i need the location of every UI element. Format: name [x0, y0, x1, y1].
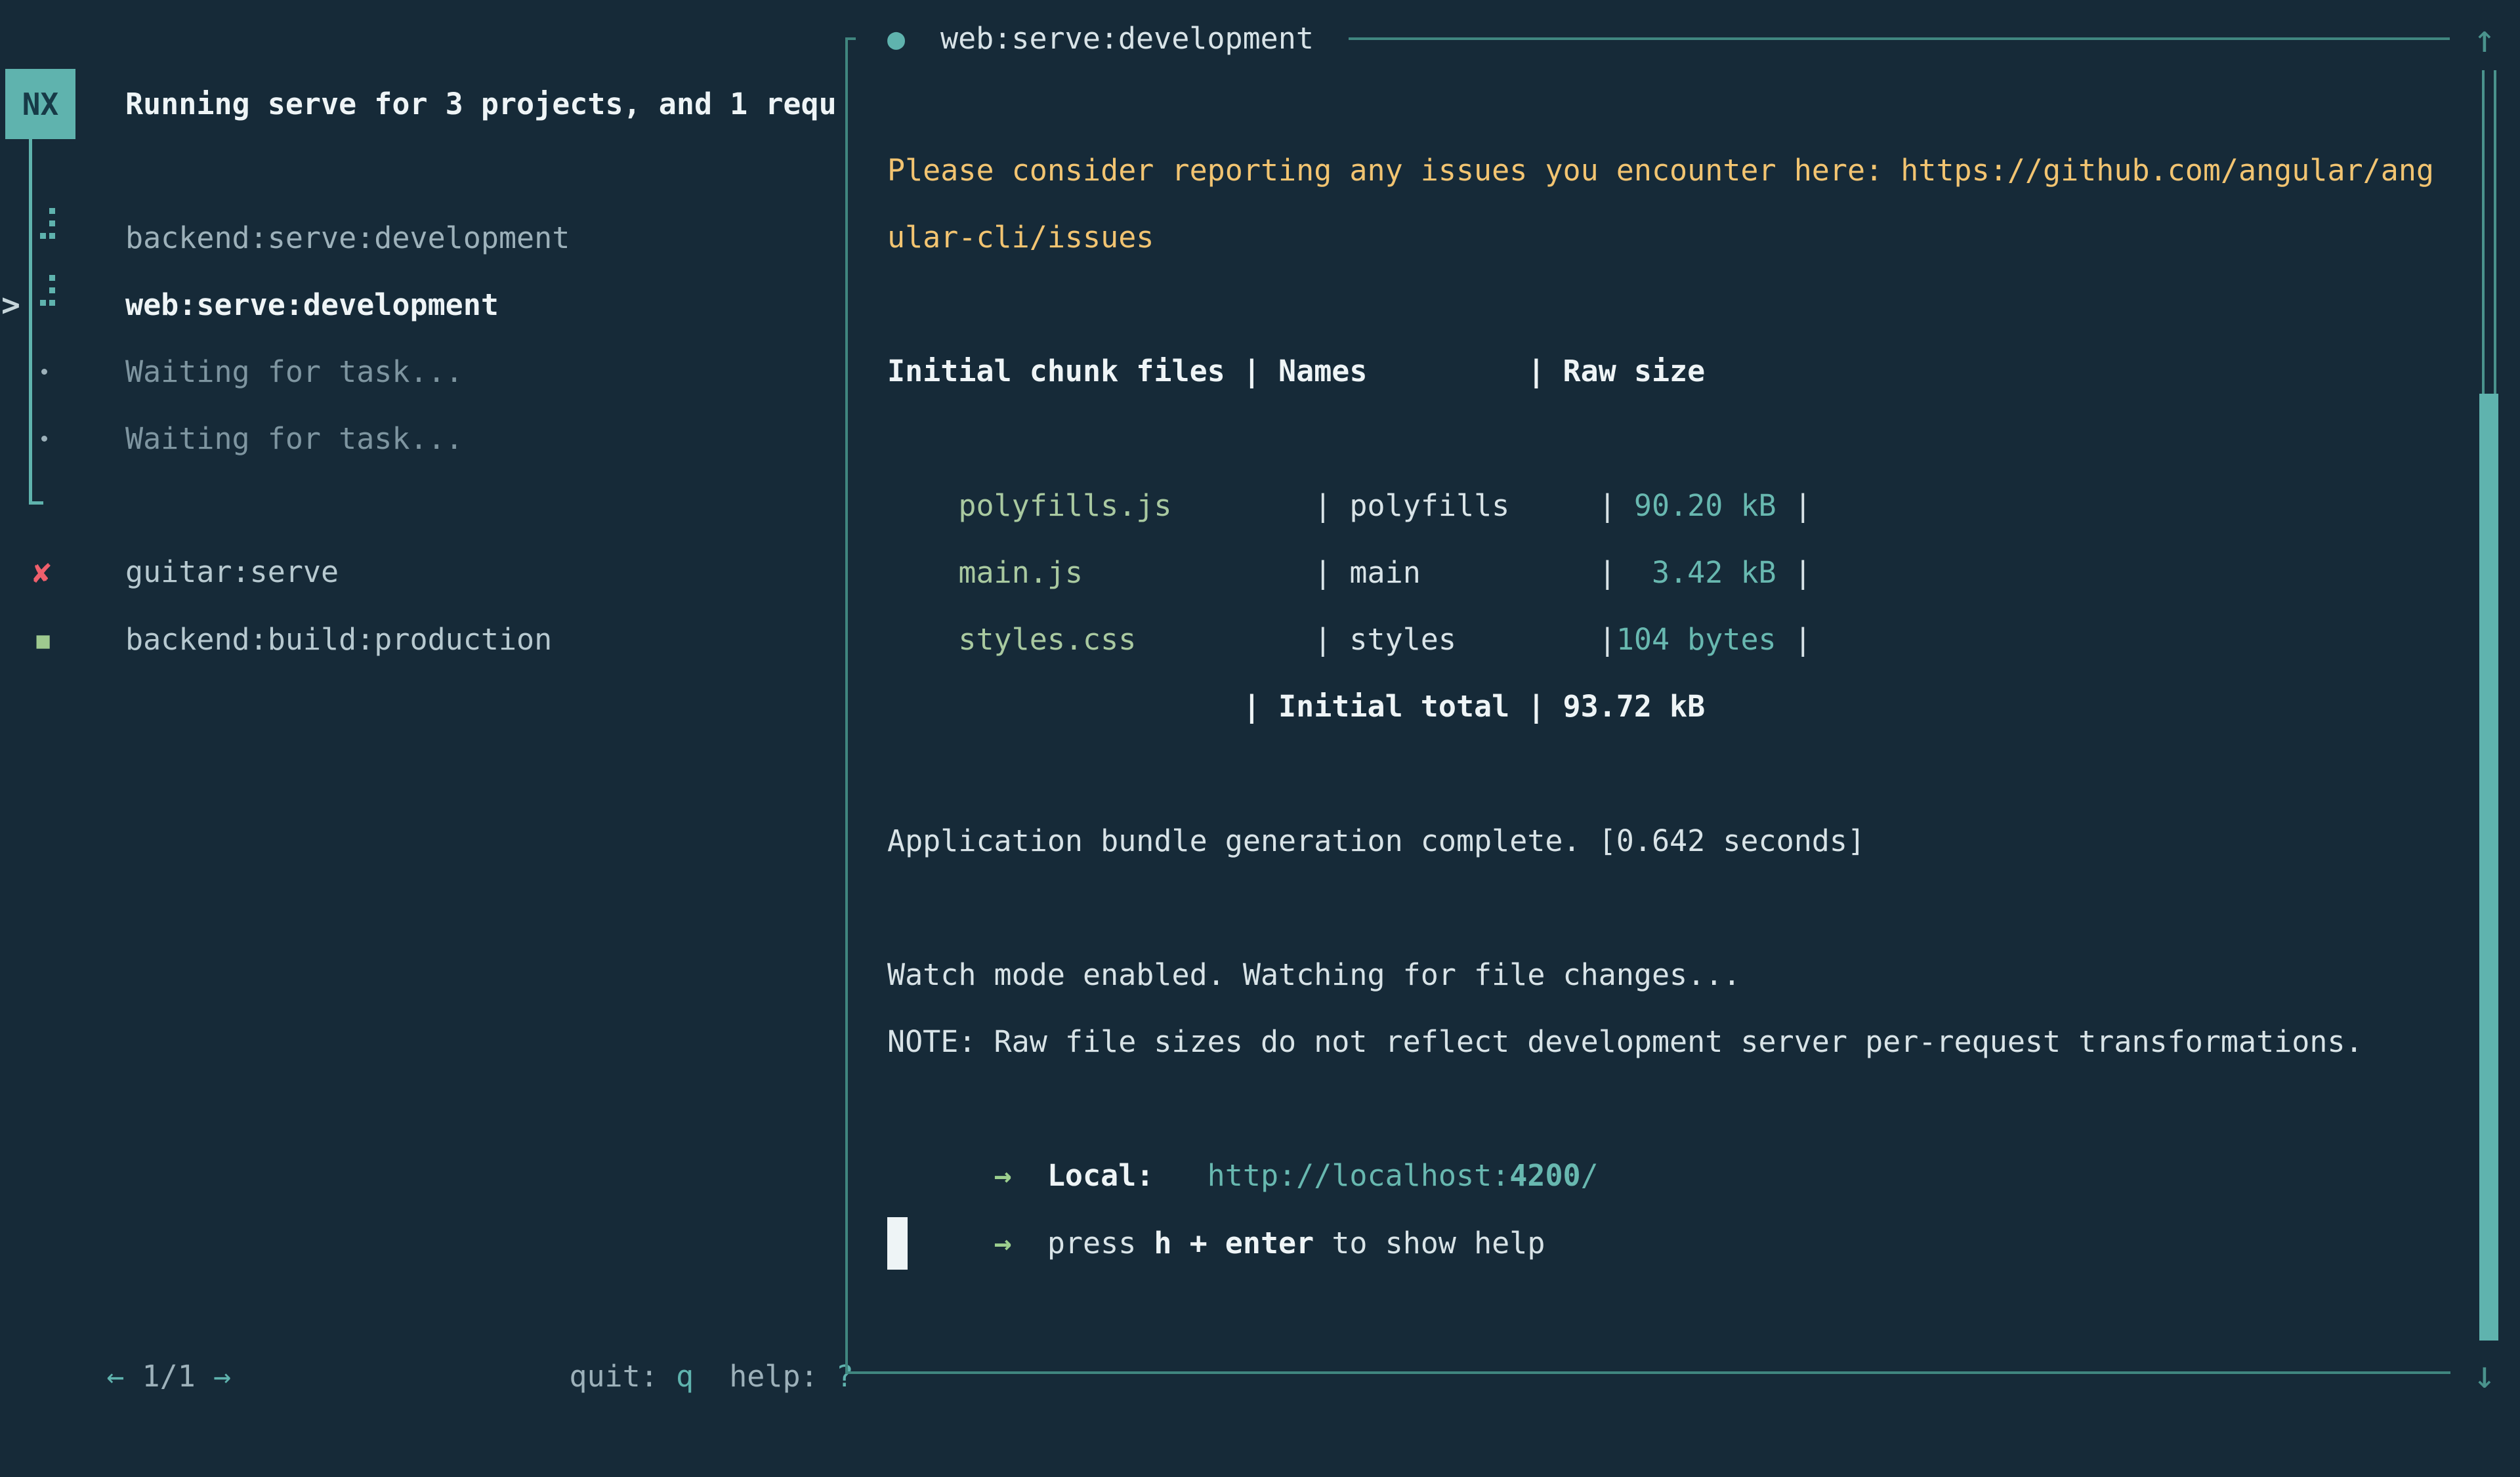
task-label: backend:serve:development — [125, 205, 570, 272]
task-label: backend:build:production — [125, 606, 552, 673]
output-line-local-url: → Local: http://localhost:4200/ — [887, 1075, 1599, 1142]
waiting-dot-icon — [41, 369, 47, 375]
chunk-table-header: Initial chunk files | Names | Raw size — [887, 338, 1705, 405]
chunk-name-cell: | styles | — [1314, 622, 1616, 657]
task-item-web-serve-development[interactable]: > web:serve:development — [0, 272, 844, 339]
pager-label: 1/1 — [124, 1359, 213, 1394]
pager-prev-arrow-icon[interactable]: ← — [106, 1359, 124, 1394]
selected-task-caret-icon: > — [1, 272, 20, 339]
task-item-waiting-2[interactable]: Waiting for task... — [0, 406, 844, 472]
chunk-table-row-main: main.js | main | 3.42 kB | — [887, 472, 1812, 539]
help-hint-keys: h + enter — [1154, 1226, 1314, 1260]
chunk-file-name: styles.css — [958, 622, 1314, 657]
chunk-table-row-styles: styles.css | styles |104 bytes | — [887, 539, 1812, 606]
task-status-dot-icon: ● — [887, 5, 905, 72]
output-line-notice-2: ular-cli/issues — [887, 204, 1154, 271]
waiting-dot-icon — [41, 436, 47, 442]
panel-border-left — [845, 37, 848, 1374]
task-label: Waiting for task... — [125, 339, 463, 406]
panel-border-top — [1349, 37, 2450, 40]
quit-key: q — [676, 1359, 694, 1394]
chunk-row-end-pipe: | — [1776, 622, 1812, 657]
nx-terminal: NX Running serve for 3 projects, and 1 r… — [0, 0, 2520, 1417]
help-hint-label: help: — [694, 1359, 836, 1394]
help-hint-post: to show help — [1314, 1226, 1545, 1260]
failed-cross-icon: ✘ — [33, 539, 51, 606]
success-square-icon: ▪ — [33, 606, 53, 673]
help-hint-pre: press — [1047, 1226, 1154, 1260]
output-line-watch-mode: Watch mode enabled. Watching for file ch… — [887, 942, 1740, 1009]
task-item-backend-serve-development[interactable]: backend:serve:development — [0, 205, 844, 272]
nx-logo-badge: NX — [5, 69, 75, 139]
chunk-table-row-polyfills: polyfills.js | polyfills | 90.20 kB | — [887, 406, 1812, 472]
output-line-note: NOTE: Raw file sizes do not reflect deve… — [887, 1009, 2363, 1075]
task-item-guitar-serve[interactable]: ✘ guitar:serve — [0, 539, 844, 606]
panel-title: web:serve:development — [940, 5, 1314, 72]
spinner-icon — [49, 275, 55, 281]
output-line-help-hint: → press h + enter to show help — [887, 1143, 1545, 1210]
panel-border-bottom — [845, 1371, 2450, 1374]
task-label: web:serve:development — [125, 272, 499, 339]
terminal-cursor — [887, 1217, 908, 1270]
spinner-icon — [49, 208, 55, 214]
quit-hint-label: quit: — [569, 1359, 676, 1394]
task-item-backend-build-production[interactable]: ▪ backend:build:production — [0, 606, 844, 673]
pager-next-arrow-icon[interactable]: → — [213, 1359, 231, 1394]
output-line-notice-1: Please consider reporting any issues you… — [887, 137, 2434, 204]
chunk-table-total-row: | Initial total | 93.72 kB — [887, 673, 1705, 740]
task-label: Waiting for task... — [125, 406, 463, 472]
scrollbar-thumb[interactable] — [2479, 394, 2498, 1341]
scrollbar-up-arrow-icon[interactable]: ↑ — [2461, 5, 2508, 72]
task-label: guitar:serve — [125, 539, 339, 606]
panel-border-top-stub — [845, 37, 856, 40]
chunk-raw-size: 104 bytes — [1616, 622, 1776, 657]
keyboard-hints: quit: q help: ? — [498, 1276, 854, 1343]
task-group-connector-corner — [29, 501, 43, 505]
task-item-waiting-1[interactable]: Waiting for task... — [0, 339, 844, 406]
arrow-right-icon: → — [958, 1226, 1047, 1260]
sidebar-header-title: Running serve for 3 projects, and 1 requ — [125, 71, 843, 138]
scrollbar-down-arrow-icon[interactable]: ↓ — [2461, 1341, 2508, 1408]
output-line-bundle-complete: Application bundle generation complete. … — [887, 808, 1865, 875]
pager: ← 1/1 → — [35, 1276, 231, 1343]
local-url-slash[interactable]: / — [1581, 1158, 1599, 1193]
